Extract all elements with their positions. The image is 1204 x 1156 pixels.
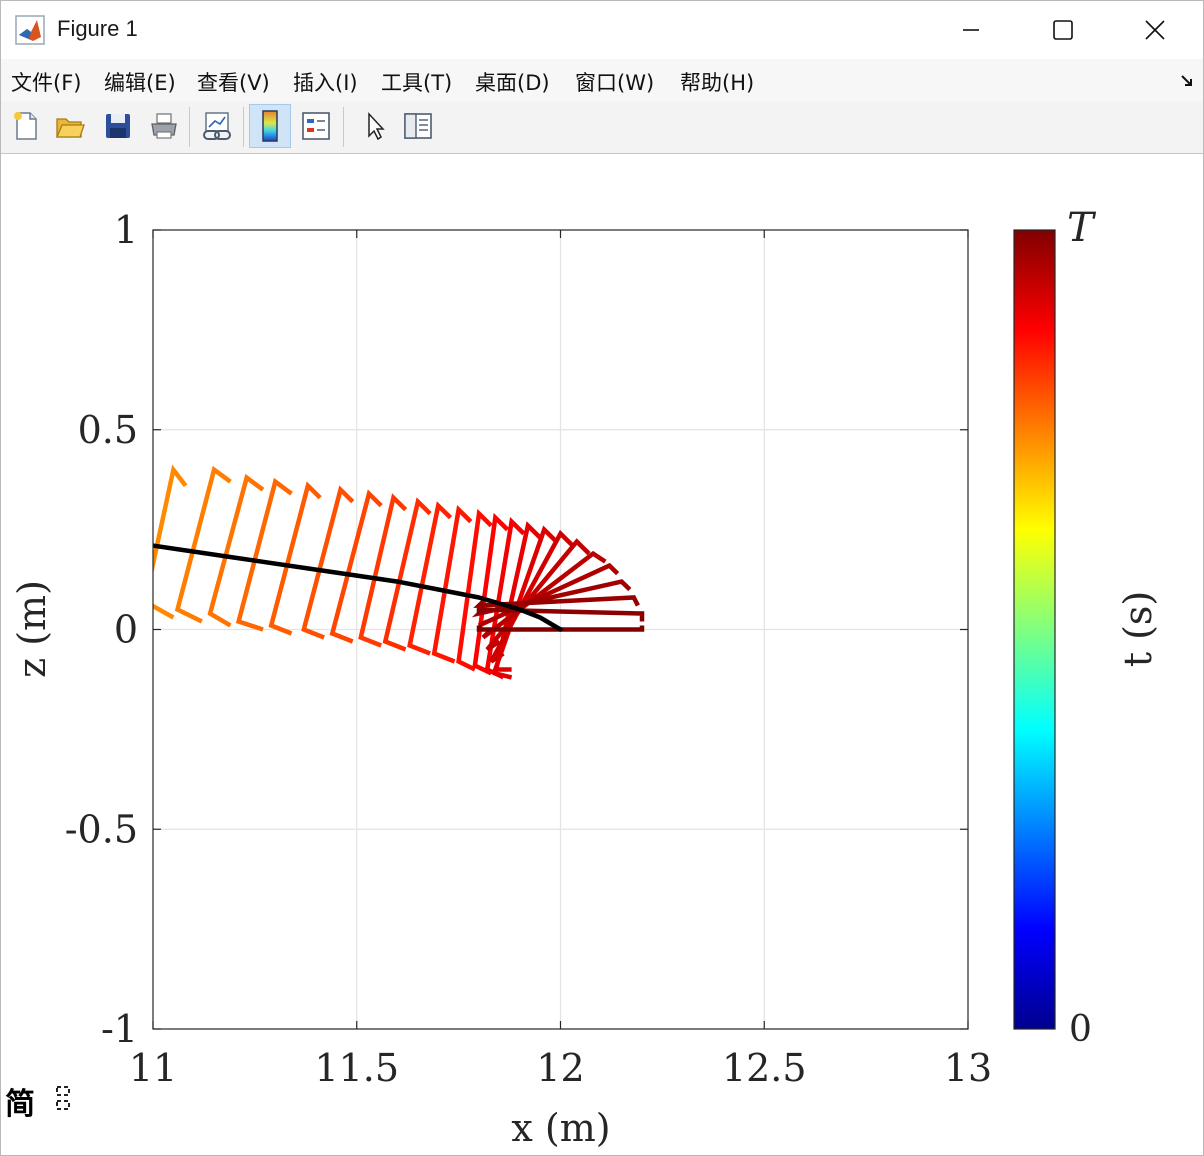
insert-colorbar-button[interactable]	[249, 104, 291, 148]
menu-desktop[interactable]: 桌面(D)	[475, 67, 550, 97]
property-inspector-button[interactable]	[397, 104, 439, 148]
x-tick-label: 11.5	[314, 1046, 399, 1090]
maximize-button[interactable]	[1017, 1, 1109, 59]
new-figure-button[interactable]	[5, 104, 47, 148]
x-tick-label: 12	[536, 1046, 584, 1090]
menu-window[interactable]: 窗口(W)	[575, 67, 654, 97]
minimize-button[interactable]	[925, 1, 1017, 59]
title-bar[interactable]: Figure 1	[1, 1, 1203, 59]
toolbar-separator	[343, 107, 344, 147]
y-tick-label: -0.5	[65, 807, 138, 851]
figure-window: Figure 1 文件(F) 编辑(E) 查看(V) 插入(I) 工具(T) 桌…	[0, 0, 1204, 1156]
colorbar-icon	[262, 110, 278, 142]
matlab-logo-icon	[15, 15, 45, 45]
y-tick-label: 0.5	[78, 408, 138, 452]
insert-legend-button[interactable]	[295, 104, 337, 148]
link-plot-button[interactable]	[197, 104, 239, 148]
close-icon	[1145, 20, 1165, 40]
y-tick-label: 1	[114, 208, 138, 252]
colorbar-bottom-label: 0	[1069, 1009, 1092, 1050]
y-tick-label: -1	[101, 1007, 138, 1051]
save-disk-icon	[106, 114, 130, 138]
ime-mode-label: 简	[5, 1087, 35, 1122]
colorbar-top-label: T	[1067, 205, 1097, 251]
x-tick-label: 11	[129, 1046, 177, 1090]
printer-icon	[151, 113, 177, 139]
window-title: Figure 1	[57, 16, 138, 41]
print-button[interactable]	[143, 104, 185, 148]
open-file-button[interactable]	[49, 104, 91, 148]
folder-open-icon	[56, 118, 85, 138]
pointer-arrow-icon	[368, 112, 385, 141]
legend-icon	[302, 112, 330, 140]
ime-fullwidth-icon	[56, 1086, 70, 1110]
menu-edit[interactable]: 编辑(E)	[104, 67, 176, 97]
undock-arrow-icon[interactable]	[1179, 73, 1195, 89]
toolbar-separator	[189, 107, 190, 147]
new-document-icon	[14, 112, 37, 140]
menu-insert[interactable]: 插入(I)	[293, 67, 358, 97]
plot-svg: 11 11.5 12 12.5 1310.50-0.5-1 x (m) z (m) T …	[10, 205, 1160, 1150]
property-panel-icon	[404, 113, 432, 139]
x-tick-label: 12.5	[722, 1046, 807, 1090]
menu-view[interactable]: 查看(V)	[197, 67, 270, 97]
y-tick-label: 0	[114, 608, 138, 652]
menu-tools[interactable]: 工具(T)	[381, 67, 452, 97]
menu-bar: 文件(F) 编辑(E) 查看(V) 插入(I) 工具(T) 桌面(D) 窗口(W…	[1, 59, 1203, 101]
toolbar-separator	[243, 107, 244, 147]
figure-toolbar	[1, 101, 1203, 154]
save-button[interactable]	[97, 104, 139, 148]
maximize-icon	[1053, 20, 1073, 40]
colorbar[interactable]	[1013, 229, 1056, 1030]
close-button[interactable]	[1109, 1, 1201, 59]
x-tick-label: 13	[944, 1046, 992, 1090]
y-axis-label: z (m)	[10, 580, 54, 678]
edit-plot-button[interactable]	[353, 104, 395, 148]
figure-canvas[interactable]: 11 11.5 12 12.5 13 1 0.5 0 -0.5 -1 x (m) z (m) T …	[1, 154, 1203, 1155]
colorbar-label: t (s)	[1116, 591, 1160, 668]
link-plot-icon	[203, 112, 231, 140]
menu-file[interactable]: 文件(F)	[11, 67, 81, 97]
menu-help[interactable]: 帮助(H)	[680, 67, 754, 97]
x-axis-label: x (m)	[511, 1106, 610, 1150]
minimize-icon	[963, 29, 979, 31]
ime-indicator[interactable]: 简	[1, 1077, 79, 1122]
